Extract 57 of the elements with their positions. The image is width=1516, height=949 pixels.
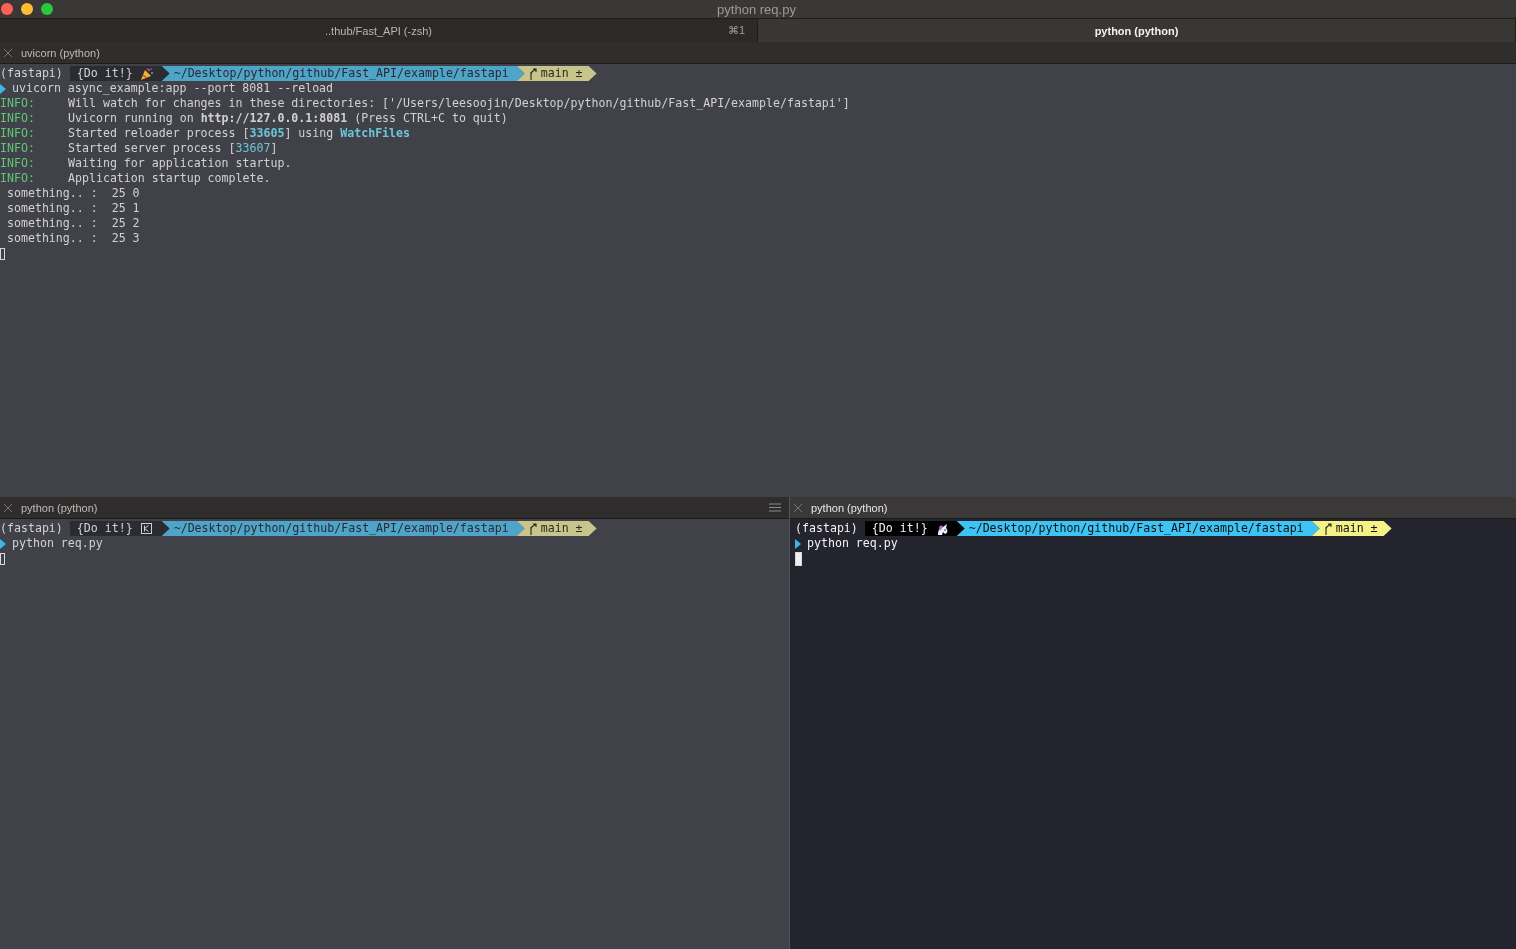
prompt-chevron-icon: [0, 538, 6, 549]
tab-label: ..thub/Fast_API (-zsh): [325, 24, 432, 37]
path-segment: ~/Desktop/python/github/Fast_API/example/fastapi: [956, 521, 1320, 536]
output-line: something.. : 25 3: [5, 231, 140, 246]
close-icon[interactable]: [3, 47, 13, 58]
output-line: something.. : 25 1: [5, 201, 140, 216]
virtualenv-label: (fastapi): [795, 521, 859, 536]
pane-title: uvicorn (python): [21, 46, 100, 59]
output-line: Started reloader process [33605] using WatchFiles: [68, 126, 411, 141]
prompt-text: {Do it!}: [76, 66, 133, 81]
minimize-button[interactable]: [21, 3, 33, 15]
text-cursor: [0, 552, 5, 565]
branch-name: main ±: [540, 521, 583, 536]
branch-icon: [528, 522, 537, 535]
path-segment: ~/Desktop/python/github/Fast_API/example/fastapi: [161, 66, 525, 81]
output-line: Started server process [33607]: [68, 141, 278, 156]
log-level: INFO:: [0, 96, 36, 111]
output-line: something.. : 25 0: [5, 186, 140, 201]
output-line: Uvicorn running on http://127.0.0.1:8081 (Press CTRL+C to quit): [68, 111, 508, 126]
zoom-button[interactable]: [41, 3, 53, 15]
prompt-chevron-icon: [0, 83, 6, 94]
menu-icon[interactable]: [769, 503, 781, 512]
prompt-text: {Do it!}: [76, 521, 133, 536]
virtualenv-label: (fastapi): [0, 66, 64, 81]
tab-label: python (python): [1094, 24, 1179, 37]
shortcut-label: ⌘1: [727, 24, 745, 37]
command-text: python req.py: [12, 536, 103, 551]
missing-glyph-icon: [139, 521, 154, 536]
command-text: uvicorn async_example:app --port 8081 --reload: [12, 81, 334, 96]
log-level: INFO:: [0, 126, 36, 141]
log-level: INFO:: [0, 141, 36, 156]
close-icon[interactable]: [3, 502, 13, 513]
output-line: Will watch for changes in these directories: ['/Users/leesoojin/Desktop/python/github/Fast_API/example/fastapi']: [68, 96, 850, 111]
branch-name: main ±: [1335, 521, 1378, 536]
close-icon[interactable]: [793, 502, 803, 513]
virtualenv-label: (fastapi): [0, 521, 64, 536]
prompt-text: {Do it!}: [871, 521, 928, 536]
text-cursor: [0, 247, 5, 260]
window-title: python req.py: [716, 1, 797, 17]
tab[interactable]: python (python): [758, 19, 1516, 42]
prompt-chevron-icon: [795, 538, 801, 549]
branch-name: main ±: [540, 66, 583, 81]
output-line: Application startup complete.: [68, 171, 271, 186]
output-line: Waiting for application startup.: [68, 156, 292, 171]
pane-title: python (python): [21, 501, 98, 514]
path-segment: ~/Desktop/python/github/Fast_API/example/fastapi: [161, 521, 525, 536]
command-text: python req.py: [807, 536, 898, 551]
close-button[interactable]: [1, 3, 13, 15]
log-level: INFO:: [0, 111, 36, 126]
text-cursor: [795, 551, 802, 566]
party-popper-icon: [139, 66, 154, 81]
log-level: INFO:: [0, 156, 36, 171]
pane-title: python (python): [811, 501, 888, 514]
branch-icon: [1323, 522, 1332, 535]
branch-icon: [528, 67, 537, 80]
output-line: something.. : 25 2: [5, 216, 140, 231]
log-level: INFO:: [0, 171, 36, 186]
